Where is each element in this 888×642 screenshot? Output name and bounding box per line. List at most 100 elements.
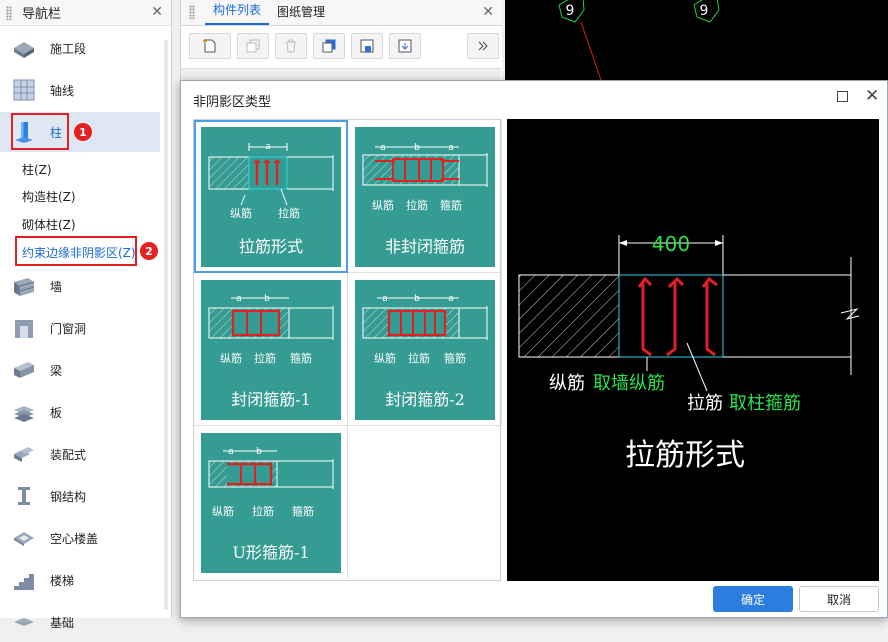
label-stirrup: 箍筋 [440, 198, 462, 212]
double-chevron-right-icon [478, 41, 488, 51]
tab-drawing-management[interactable]: 图纸管理 [269, 3, 333, 25]
dim-a-label: a [380, 143, 386, 153]
option-card: a b 纵筋 拉筋 箍筋 U形箍筋-1 [201, 433, 341, 573]
wall-icon [14, 278, 35, 296]
nav-item-stairs[interactable]: 楼梯 [0, 560, 160, 600]
import-icon [398, 39, 412, 53]
dim-a-label: a [236, 294, 242, 304]
component-close-icon[interactable]: ✕ [482, 4, 494, 20]
new-component-button[interactable] [189, 33, 231, 59]
preview-label-tie-bar: 拉筋 [687, 393, 723, 414]
step-badge-2: 2 [140, 242, 158, 260]
label-longitudinal-bar: 纵筋 [230, 206, 252, 220]
construction-section-icon [14, 42, 34, 58]
hollow-floor-icon [14, 532, 34, 546]
maximize-icon[interactable] [837, 91, 848, 102]
nav-item-label: 墙 [50, 279, 63, 294]
nav-item-construction-section[interactable]: 施工段 [0, 28, 160, 68]
dim-b-label: b [414, 143, 420, 153]
nav-item-label: 楼梯 [50, 573, 75, 588]
axis-label-left: 9 [566, 3, 575, 19]
label-stirrup: 箍筋 [290, 351, 312, 365]
nav-item-axis[interactable]: 轴线 [0, 70, 160, 110]
nav-title: 导航栏 [22, 7, 62, 22]
prefab-icon [14, 447, 34, 462]
foundation-icon [14, 618, 34, 626]
label-longitudinal-bar: 纵筋 [374, 351, 396, 365]
option-grid: a 纵筋 拉筋 拉筋形式 a b a 纵筋 拉筋 箍筋 非封闭箍筋 a b 纵筋… [193, 119, 502, 581]
import-button[interactable] [389, 33, 421, 59]
preview-drawing: 400 纵筋 取墙纵筋 拉筋 取柱箍筋 拉筋形式 [518, 232, 860, 473]
label-longitudinal-bar: 纵筋 [212, 504, 234, 518]
nav-sub-column[interactable]: 柱(Z) [22, 161, 52, 178]
nav-item-beam[interactable]: 梁 [0, 350, 160, 390]
duplicate-button[interactable] [313, 33, 345, 59]
drag-grip-icon[interactable] [189, 5, 195, 19]
nav-item-label: 装配式 [50, 447, 87, 462]
option-card: a b a 纵筋 拉筋 箍筋 非封闭箍筋 [355, 127, 495, 267]
option-caption: 封闭箍筋-1 [231, 390, 311, 409]
component-tabs: 构件列表 图纸管理 ✕ [181, 0, 502, 26]
label-tie-bar: 拉筋 [252, 504, 274, 518]
nav-item-wall[interactable]: 墙 [0, 266, 160, 306]
nav-sub-constructional-column[interactable]: 构造柱(Z) [22, 188, 76, 205]
component-toolbar [189, 33, 427, 59]
dialog-close-icon[interactable]: ✕ [865, 86, 879, 106]
option-closed-stirrup-2[interactable]: a b a 纵筋 拉筋 箍筋 封闭箍筋-2 [348, 273, 502, 426]
dialog-title: 非阴影区类型 [193, 95, 272, 110]
tab-component-list[interactable]: 构件列表 [205, 1, 270, 25]
preview-label-tie-source: 取柱箍筋 [729, 393, 801, 414]
option-u-stirrup-1[interactable]: a b 纵筋 拉筋 箍筋 U形箍筋-1 [194, 426, 348, 579]
preview-dimension: 400 [652, 232, 690, 256]
canvas-drawing: 9 9 [558, 0, 720, 80]
dim-b-label: b [414, 294, 420, 304]
nav-header: 导航栏 ✕ [0, 0, 171, 26]
nav-close-icon[interactable]: ✕ [151, 4, 163, 20]
slab-icon [14, 406, 34, 422]
duplicate-icon [322, 39, 336, 53]
nav-item-door-window[interactable]: 门窗洞 [0, 308, 160, 348]
option-caption: 拉筋形式 [238, 237, 303, 256]
save-icon [360, 39, 374, 53]
highlight-box-boundary [15, 236, 137, 266]
component-search-bar[interactable] [181, 68, 501, 80]
cancel-button[interactable]: 取消 [799, 586, 879, 612]
axis-line [580, 21, 602, 80]
more-tools-button[interactable] [467, 33, 499, 59]
option-caption: 非封闭箍筋 [384, 237, 465, 256]
dim-a-label: a [382, 294, 388, 304]
door-window-icon [15, 320, 33, 338]
ok-button[interactable]: 确定 [713, 586, 793, 612]
nav-item-slab[interactable]: 板 [0, 392, 160, 432]
option-closed-stirrup-1[interactable]: a b 纵筋 拉筋 箍筋 封闭箍筋-1 [194, 273, 348, 426]
label-longitudinal-bar: 纵筋 [220, 351, 242, 365]
nav-item-label: 空心楼盖 [50, 531, 99, 546]
nav-item-label: 施工段 [50, 41, 87, 56]
label-stirrup: 箍筋 [292, 504, 314, 518]
dim-b-label: b [256, 447, 262, 457]
label-tie-bar: 拉筋 [408, 351, 430, 365]
option-open-stirrup[interactable]: a b a 纵筋 拉筋 箍筋 非封闭箍筋 [348, 120, 502, 273]
option-caption: 封闭箍筋-2 [385, 390, 465, 409]
nav-item-label: 轴线 [50, 83, 75, 98]
label-longitudinal-bar: 纵筋 [372, 198, 394, 212]
delete-button[interactable] [275, 33, 307, 59]
stairs-icon [14, 574, 34, 590]
nav-item-label: 梁 [50, 363, 63, 378]
nav-item-steel[interactable]: 钢结构 [0, 476, 160, 516]
nav-item-hollow-floor[interactable]: 空心楼盖 [0, 518, 160, 558]
drag-grip-icon[interactable] [6, 5, 12, 20]
label-stirrup: 箍筋 [444, 351, 466, 365]
nav-item-foundation[interactable]: 基础 [0, 602, 160, 642]
dim-a-label: a [448, 294, 454, 304]
beam-icon [14, 362, 34, 378]
nav-sub-masonry-column[interactable]: 砌体柱(Z) [22, 216, 76, 233]
save-template-button[interactable] [351, 33, 383, 59]
option-tie-bar[interactable]: a 纵筋 拉筋 拉筋形式 [194, 120, 348, 273]
nav-scrollbar[interactable] [164, 40, 168, 610]
nav-item-prefab[interactable]: 装配式 [0, 434, 160, 474]
preview-panel: 400 纵筋 取墙纵筋 拉筋 取柱箍筋 拉筋形式 [507, 119, 879, 581]
option-card: a 纵筋 拉筋 拉筋形式 [201, 127, 341, 267]
axis-grid-icon [13, 79, 35, 101]
copy-button[interactable] [237, 33, 269, 59]
